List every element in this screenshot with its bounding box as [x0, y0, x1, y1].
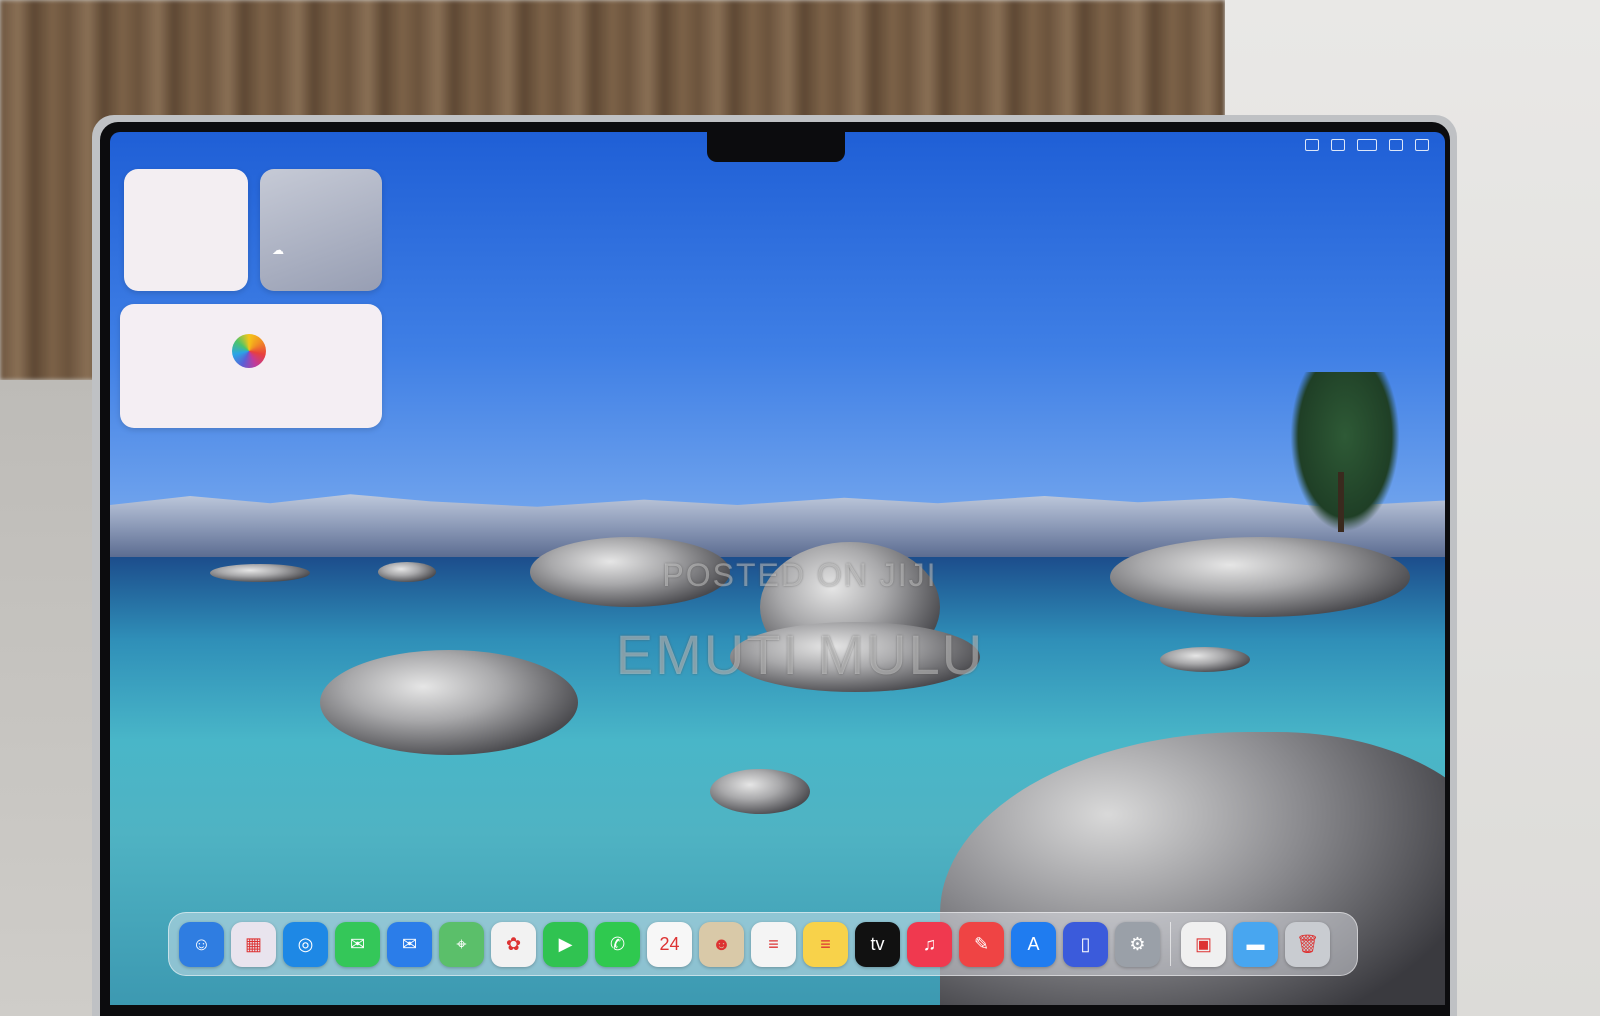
desktop-screen: POSTED ON JIJI EMUTI MULU ☁ ☺ ▦ ◎ ✉ ✉ ⌖ ✿ ▶ ✆ 24 ☻…	[110, 132, 1445, 1005]
photos-icon	[232, 334, 266, 368]
facetime-icon[interactable]: ▶	[543, 921, 588, 967]
wifi-icon[interactable]	[1331, 139, 1345, 151]
calendar-grid	[138, 197, 235, 212]
contacts-icon[interactable]: ☻	[699, 921, 744, 967]
wallpaper-rock	[710, 769, 810, 814]
photos-icon[interactable]: ✿	[491, 921, 536, 967]
wallpaper-rock	[1160, 647, 1250, 672]
calendar-widget[interactable]	[124, 169, 248, 291]
app-store-icon[interactable]: A	[1011, 921, 1056, 967]
news-icon[interactable]: ✎	[959, 921, 1004, 967]
status-icon[interactable]	[1305, 139, 1319, 151]
mail-icon[interactable]: ✉	[387, 921, 432, 967]
system-settings-icon[interactable]: ⚙	[1115, 921, 1160, 967]
phone-icon[interactable]: ✆	[595, 921, 640, 967]
camera-notch	[707, 132, 845, 162]
tv-icon[interactable]: tv	[855, 921, 900, 967]
watermark-line1: POSTED ON JIJI	[662, 557, 938, 593]
messages-icon[interactable]: ✉	[335, 921, 380, 967]
dock: ☺ ▦ ◎ ✉ ✉ ⌖ ✿ ▶ ✆ 24 ☻ ≡ ≡ tv ♫ ✎ A ▯ ⚙ ▣ ▬ 🗑	[168, 912, 1358, 976]
finder-icon[interactable]: ☺	[179, 921, 224, 967]
dock-separator	[1170, 922, 1171, 966]
downloads-folder-icon[interactable]: ▬	[1233, 921, 1278, 967]
iphone-mirroring-icon[interactable]: ▯	[1063, 921, 1108, 967]
cloud-icon: ☁	[272, 243, 284, 257]
wallpaper-rock	[378, 562, 436, 582]
search-icon[interactable]	[1389, 139, 1403, 151]
wallpaper-tree	[1290, 372, 1400, 532]
wallpaper-rock	[210, 564, 310, 582]
launchpad-icon[interactable]: ▦	[231, 921, 276, 967]
watermark-line2: EMUTI MULU	[615, 623, 985, 686]
preview-icon[interactable]: ▣	[1181, 921, 1226, 967]
photos-widget[interactable]	[120, 304, 382, 428]
battery-icon[interactable]	[1357, 139, 1377, 151]
safari-icon[interactable]: ◎	[283, 921, 328, 967]
wallpaper-rock	[1110, 537, 1410, 617]
calendar-icon[interactable]: 24	[647, 921, 692, 967]
control-center-icon[interactable]	[1415, 139, 1429, 151]
maps-icon[interactable]: ⌖	[439, 921, 484, 967]
wallpaper-tree-trunk	[1338, 472, 1344, 532]
notes-icon[interactable]: ≡	[803, 921, 848, 967]
music-icon[interactable]: ♫	[907, 921, 952, 967]
weather-widget[interactable]: ☁	[260, 169, 382, 291]
reminders-icon[interactable]: ≡	[751, 921, 796, 967]
trash-icon[interactable]: 🗑	[1285, 921, 1330, 967]
